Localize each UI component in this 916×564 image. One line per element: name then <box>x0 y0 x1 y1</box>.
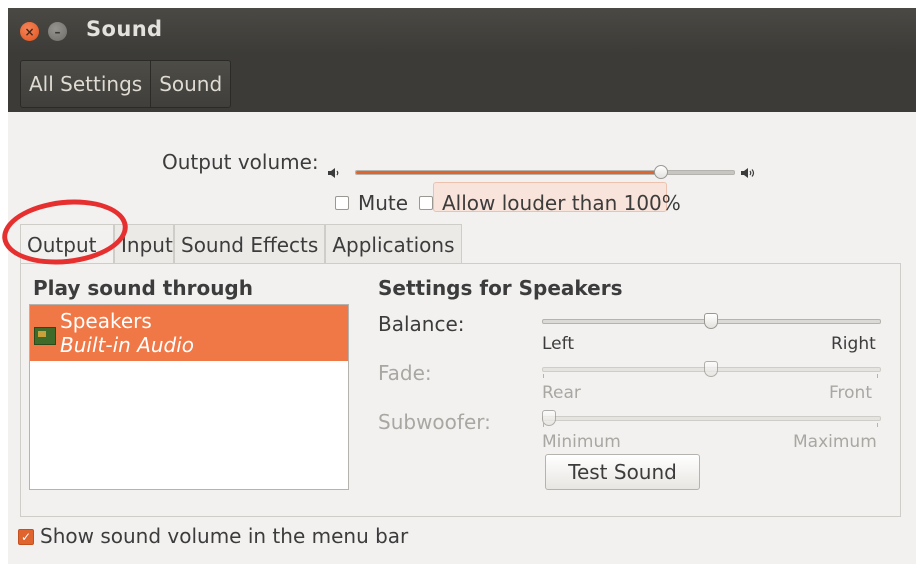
tab-input[interactable]: Input <box>114 224 174 264</box>
subwoofer-tick-right <box>877 423 878 427</box>
device-name: Speakers <box>60 309 152 333</box>
fade-right-label: Front <box>829 383 872 403</box>
balance-left-label: Left <box>542 334 574 354</box>
sound-card-icon <box>34 327 56 345</box>
list-item[interactable]: Speakers Built-in Audio <box>30 305 348 361</box>
fade-tick-left <box>543 374 544 378</box>
balance-thumb[interactable] <box>703 313 718 329</box>
title-bar: × – Sound <box>8 8 916 54</box>
output-volume-label: Output volume: <box>162 150 319 174</box>
fade-thumb <box>703 361 718 377</box>
show-volume-label: Show sound volume in the menu bar <box>40 524 409 548</box>
fade-label: Fade: <box>378 361 432 385</box>
fade-left-label: Rear <box>542 383 581 403</box>
close-button[interactable]: × <box>20 22 39 41</box>
allow-louder-label: Allow louder than 100% <box>442 191 681 215</box>
output-volume-fill <box>356 171 663 174</box>
balance-label: Balance: <box>378 312 465 336</box>
mute-checkbox[interactable] <box>335 196 349 210</box>
breadcrumb-all-settings[interactable]: All Settings <box>21 61 152 107</box>
subwoofer-tick-left <box>543 423 544 427</box>
minimize-button[interactable]: – <box>48 22 67 41</box>
subwoofer-slider <box>542 416 881 421</box>
subwoofer-label: Subwoofer: <box>378 410 491 434</box>
output-device-list: Speakers Built-in Audio <box>29 304 349 490</box>
subwoofer-thumb <box>542 410 556 426</box>
subwoofer-left-label: Minimum <box>542 432 621 452</box>
tab-output[interactable]: Output <box>20 224 114 264</box>
subwoofer-right-label: Maximum <box>793 432 877 452</box>
speaker-low-icon <box>327 166 341 184</box>
mute-label: Mute <box>358 191 409 215</box>
show-volume-checkbox[interactable]: ✓ <box>18 529 34 545</box>
tab-sound-effects[interactable]: Sound Effects <box>174 224 326 264</box>
device-description: Built-in Audio <box>60 333 195 357</box>
breadcrumb: All Settings Sound <box>20 60 232 108</box>
output-volume-slider[interactable] <box>355 170 735 175</box>
toolbar: All Settings Sound <box>8 54 916 112</box>
balance-right-label: Right <box>831 334 876 354</box>
breadcrumb-sound[interactable]: Sound <box>151 61 230 107</box>
fade-tick-right <box>877 374 878 378</box>
sound-tabs: Output Input Sound Effects Applications <box>20 224 462 264</box>
allow-louder-checkbox[interactable] <box>419 196 433 210</box>
speaker-high-icon <box>740 166 758 184</box>
window-title: Sound <box>86 17 163 41</box>
tab-applications[interactable]: Applications <box>325 224 462 264</box>
test-sound-button[interactable]: Test Sound <box>545 454 700 490</box>
settings-header: Settings for Speakers <box>378 276 623 300</box>
play-sound-through-header: Play sound through <box>33 276 253 300</box>
